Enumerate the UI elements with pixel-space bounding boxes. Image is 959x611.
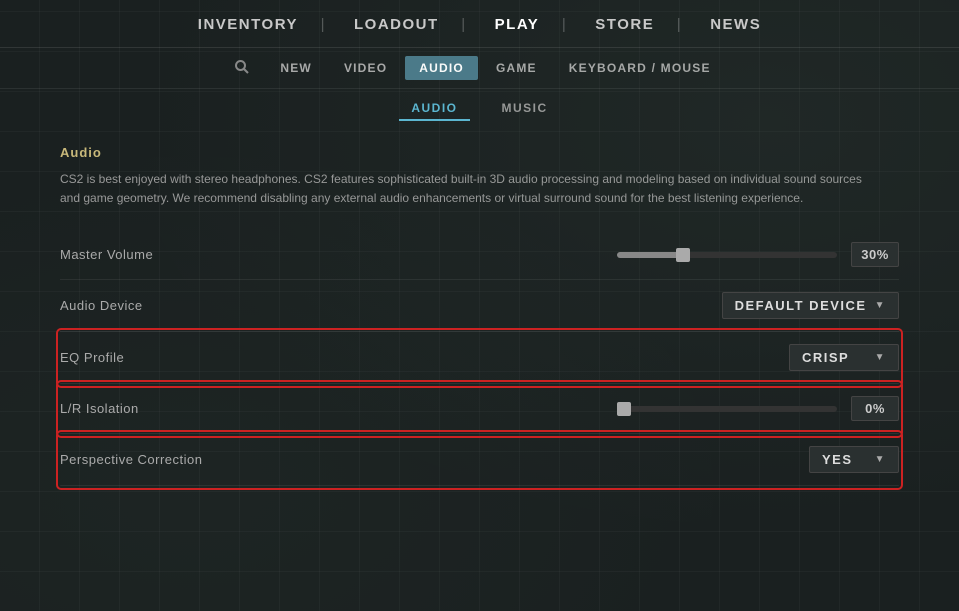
audio-device-chevron: ▼ [875, 300, 886, 311]
perspective-correction-chevron: ▼ [875, 454, 886, 465]
setting-perspective-correction: Perspective Correction YES ▼ [60, 434, 899, 486]
lr-isolation-slider[interactable] [617, 406, 837, 412]
main-navigation: INVENTORY LOADOUT PLAY STORE NEWS [0, 0, 959, 48]
label-master-volume: Master Volume [60, 247, 280, 262]
tab-row: AUDIO MUSIC [0, 89, 959, 125]
control-audio-device: DEFAULT DEVICE ▼ [280, 292, 899, 319]
master-volume-value: 30% [851, 242, 899, 267]
nav-loadout[interactable]: LOADOUT [326, 10, 467, 39]
nav-store[interactable]: STORE [567, 10, 682, 39]
control-eq-profile: CRISP ▼ [280, 344, 899, 371]
audio-device-value: DEFAULT DEVICE [735, 298, 867, 313]
perspective-correction-value: YES [822, 452, 853, 467]
setting-audio-device: Audio Device DEFAULT DEVICE ▼ [60, 280, 899, 332]
eq-profile-dropdown[interactable]: CRISP ▼ [789, 344, 899, 371]
setting-eq-profile: EQ Profile CRISP ▼ [60, 332, 899, 384]
subnav-new[interactable]: NEW [266, 56, 326, 80]
label-perspective-correction: Perspective Correction [60, 452, 280, 467]
nav-play[interactable]: PLAY [467, 10, 568, 39]
master-volume-fill [617, 252, 683, 258]
section-description: CS2 is best enjoyed with stereo headphon… [60, 170, 880, 208]
eq-profile-value: CRISP [802, 350, 849, 365]
search-icon[interactable] [234, 59, 250, 78]
setting-lr-isolation: L/R Isolation 0% [60, 384, 899, 434]
tab-audio[interactable]: AUDIO [399, 97, 469, 121]
control-lr-isolation: 0% [280, 396, 899, 421]
label-eq-profile: EQ Profile [60, 350, 280, 365]
lr-isolation-value: 0% [851, 396, 899, 421]
nav-inventory[interactable]: INVENTORY [170, 10, 326, 39]
nav-news[interactable]: NEWS [682, 10, 789, 39]
master-volume-slider[interactable] [617, 252, 837, 258]
control-master-volume: 30% [280, 242, 899, 267]
subnav-audio[interactable]: AUDIO [405, 56, 478, 80]
sub-navigation: NEW VIDEO AUDIO GAME KEYBOARD / MOUSE [0, 48, 959, 89]
subnav-game[interactable]: GAME [482, 56, 551, 80]
label-audio-device: Audio Device [60, 298, 280, 313]
audio-device-dropdown[interactable]: DEFAULT DEVICE ▼ [722, 292, 899, 319]
subnav-video[interactable]: VIDEO [330, 56, 401, 80]
perspective-correction-dropdown[interactable]: YES ▼ [809, 446, 899, 473]
label-lr-isolation: L/R Isolation [60, 401, 280, 416]
section-title: Audio [60, 145, 899, 160]
control-perspective-correction: YES ▼ [280, 446, 899, 473]
tab-music[interactable]: MUSIC [490, 97, 560, 121]
eq-profile-chevron: ▼ [875, 352, 886, 363]
subnav-keyboard-mouse[interactable]: KEYBOARD / MOUSE [555, 56, 725, 80]
master-volume-thumb[interactable] [676, 248, 690, 262]
lr-isolation-thumb[interactable] [617, 402, 631, 416]
settings-content: Audio CS2 is best enjoyed with stereo he… [0, 125, 959, 506]
setting-master-volume: Master Volume 30% [60, 230, 899, 280]
